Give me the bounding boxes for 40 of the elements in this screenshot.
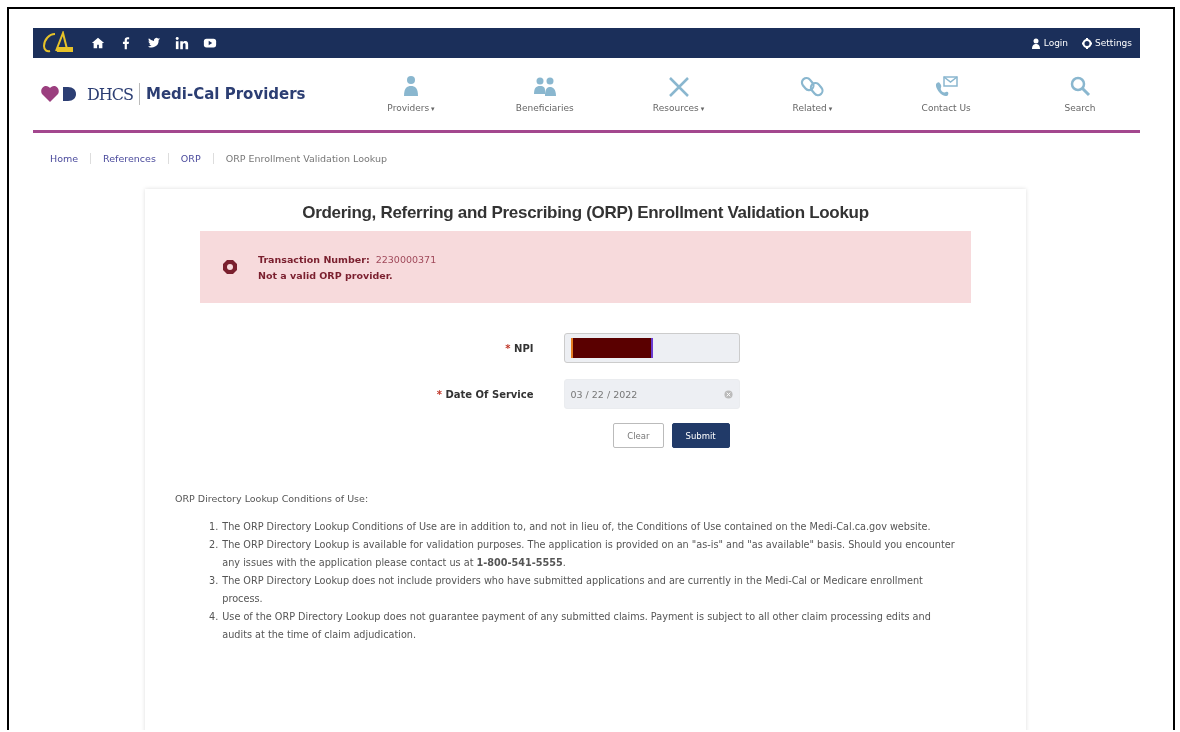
login-link[interactable]: Login xyxy=(1030,37,1069,49)
agency-name: DHCS xyxy=(87,84,133,104)
field-label: * NPI xyxy=(504,342,534,354)
search-icon xyxy=(1068,75,1092,97)
condition-text: The ORP Directory Lookup does not include providers who have submitted applications and are currently in the Medi-Cal or Medicare enrollment process. xyxy=(222,574,924,606)
people-icon xyxy=(532,75,557,97)
list-number: 1. xyxy=(209,520,219,534)
page-title: Ordering, Referring and Prescribing (ORP) Enrollment Validation Lookup xyxy=(301,203,870,223)
video-icon[interactable] xyxy=(203,36,217,50)
phone-envelope-icon xyxy=(934,75,959,97)
nav-item[interactable]: Search xyxy=(1030,75,1130,113)
breadcrumb-current: ORP Enrollment Validation Lookup xyxy=(224,152,389,164)
breadcrumb-link[interactable]: ORP xyxy=(168,152,214,164)
breadcrumb-link[interactable]: Home xyxy=(50,152,92,164)
breadcrumb-link[interactable]: References xyxy=(91,152,169,164)
list-number: 3. xyxy=(209,574,219,588)
nav-item[interactable]: Beneficiaries xyxy=(494,75,595,113)
settings-link[interactable]: Settings xyxy=(1082,37,1132,49)
error-icon xyxy=(222,259,238,275)
condition-text: The ORP Directory Lookup is available for validation purposes. The application is provided on an "as-is" and "as available" basis. Should you encounter any issues with the application please contact us at 1-800-541-5555. xyxy=(222,538,956,570)
condition-text: The ORP Directory Lookup Conditions of Use are in addition to, and not in lieu of, the Conditions of Use contained on the Medi-Cal.ca.gov website. xyxy=(222,520,931,534)
bird-icon[interactable] xyxy=(147,36,161,50)
linkedin-icon[interactable] xyxy=(175,36,189,50)
user-icon xyxy=(1030,37,1041,49)
field-label: * Date Of Service xyxy=(435,388,534,400)
list-number: 4. xyxy=(209,610,219,624)
conditions-heading: ORP Directory Lookup Conditions of Use: xyxy=(175,493,370,504)
transaction-number: 2230000371 xyxy=(375,253,437,265)
list-number: 2. xyxy=(209,538,219,552)
chain-link-icon xyxy=(800,75,825,97)
submit-button[interactable]: Submit xyxy=(671,423,730,448)
error-message: Not a valid ORP provider. xyxy=(258,269,394,281)
condition-text: Use of the ORP Directory Lookup does not guarantee payment of any submitted claims. Payment is subject to all other claim processing edits and audits at the time of claim adjudication. xyxy=(222,610,932,642)
input-field[interactable] xyxy=(563,333,740,363)
home-icon[interactable] xyxy=(91,36,105,50)
nav-item[interactable]: Contact Us xyxy=(896,75,997,113)
transaction-label: Transaction Number: xyxy=(258,253,370,265)
gear-icon xyxy=(1082,37,1093,49)
clear-button[interactable]: Clear xyxy=(613,423,664,448)
site-title[interactable]: Medi-Cal Providers xyxy=(146,85,306,103)
